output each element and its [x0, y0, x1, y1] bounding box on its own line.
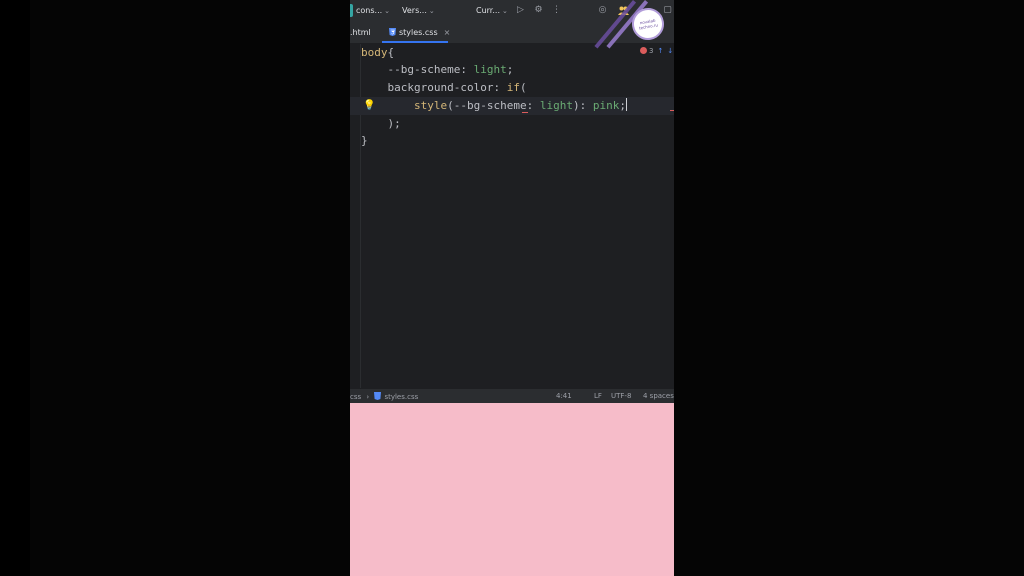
close-icon[interactable]: ×	[444, 28, 451, 37]
code-line: background-color: if(	[361, 79, 527, 97]
code-token: );	[387, 117, 401, 130]
tab-html[interactable]: .html	[350, 28, 371, 37]
project-selector-label: cons...	[356, 6, 383, 15]
chevron-down-icon: ⌄	[384, 7, 391, 15]
code-token: }	[361, 134, 368, 147]
code-line: );	[361, 115, 401, 133]
project-color-accent	[350, 4, 353, 17]
code-token: pink	[592, 99, 620, 112]
code-editor[interactable]: 💡 body{ --bg-scheme: light; background-c…	[350, 44, 674, 388]
breadcrumb-parent: css	[350, 393, 362, 401]
code-line: style(--bg-scheme: light): pink;	[361, 97, 627, 115]
code-token: background-color:	[387, 81, 507, 94]
breadcrumb-file: styles.css	[384, 393, 419, 401]
code-token: light	[539, 99, 573, 112]
code-token: (	[519, 81, 527, 94]
error-count: 3	[649, 47, 654, 55]
ide-window: cons... ⌄ Vers... ⌄ Curr... ⌄ ▷ ⚙ ⋮ ◎ ▢ .ht…	[350, 0, 674, 576]
cursor-position[interactable]: 4:41	[556, 392, 572, 400]
tab-html-label: .html	[350, 28, 371, 37]
status-bar: css › styles.css 4:41 LF UTF-8 4 spaces	[350, 388, 674, 403]
run-config-selector[interactable]: Curr... ⌄	[476, 6, 508, 15]
project-selector[interactable]: cons... ⌄	[356, 6, 390, 15]
code-line: --bg-scheme: light;	[361, 61, 514, 79]
code-token: ;	[506, 63, 514, 76]
vcs-selector[interactable]: Vers... ⌄	[402, 6, 435, 15]
code-line: body{	[361, 44, 394, 62]
active-tab-indicator	[382, 41, 448, 43]
code-token: (--bg-scheme	[447, 99, 527, 112]
left-backdrop	[0, 0, 350, 576]
code-line: }	[361, 132, 368, 150]
error-underline	[670, 110, 674, 111]
text-caret	[625, 98, 627, 111]
code-token: :	[526, 99, 540, 112]
problems-indicator[interactable]: 3 ↑ ↓	[640, 47, 673, 55]
debug-icon[interactable]: ⚙	[533, 5, 544, 16]
code-token: light	[473, 63, 507, 76]
right-backdrop	[674, 0, 1024, 576]
window-icon[interactable]: ▢	[662, 5, 673, 16]
code-token: body	[361, 46, 388, 59]
vcs-selector-label: Vers...	[402, 6, 427, 15]
line-ending[interactable]: LF	[594, 392, 602, 400]
code-token: ):	[572, 99, 593, 112]
code-token: if	[506, 81, 520, 94]
code-token: style	[413, 99, 448, 112]
arrow-up-icon[interactable]: ↑	[657, 47, 663, 55]
run-icon[interactable]: ▷	[515, 5, 526, 16]
breadcrumb[interactable]: css › styles.css	[350, 392, 418, 401]
css-file-icon	[389, 28, 396, 36]
tab-styles-css[interactable]: styles.css ×	[389, 28, 450, 37]
left-backdrop-strip	[0, 0, 30, 576]
indent-setting[interactable]: 4 spaces	[643, 392, 674, 400]
arrow-down-icon[interactable]: ↓	[667, 47, 673, 55]
error-icon	[640, 47, 647, 54]
file-encoding[interactable]: UTF-8	[611, 392, 631, 400]
ai-assistant-icon[interactable]: ◎	[597, 5, 608, 16]
chevron-right-icon: ›	[366, 393, 370, 401]
code-token: --bg-scheme:	[387, 63, 474, 76]
code-token: {	[387, 46, 395, 59]
css-file-icon	[374, 392, 382, 400]
error-underline	[522, 112, 528, 113]
tab-styles-css-label: styles.css	[399, 28, 438, 37]
more-actions-icon[interactable]: ⋮	[551, 5, 562, 16]
code-token: ;	[619, 99, 626, 112]
run-config-label: Curr...	[476, 6, 500, 15]
browser-preview	[350, 403, 674, 576]
chevron-down-icon: ⌄	[428, 7, 435, 15]
chevron-down-icon: ⌄	[502, 7, 508, 15]
